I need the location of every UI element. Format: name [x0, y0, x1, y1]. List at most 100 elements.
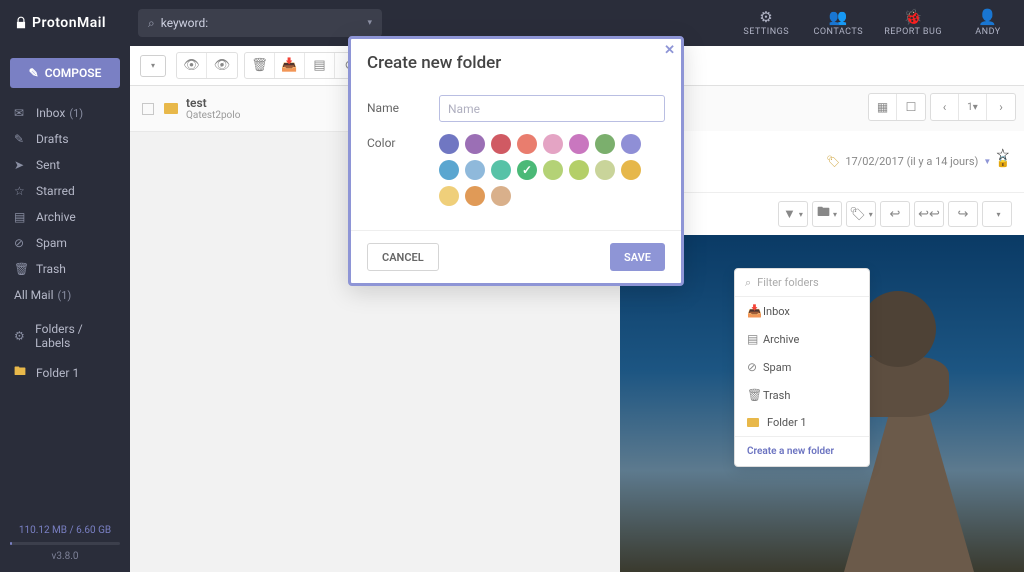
sidebar-item-allmail[interactable]: All Mail(1)	[0, 282, 130, 308]
color-swatch[interactable]	[595, 134, 615, 154]
dropdown-item-inbox[interactable]: 📥Inbox	[735, 297, 869, 325]
reply-all-button[interactable]: ↩↩	[914, 201, 944, 227]
sidebar-folder-item[interactable]: 🖿Folder 1	[0, 356, 130, 389]
user-icon: 👤	[978, 10, 997, 25]
tag-icon: 🏷	[826, 155, 840, 168]
sidebar-nav: ✉Inbox(1) ✎Drafts ➤Sent ☆Starred ▤Archiv…	[0, 100, 130, 282]
forward-button[interactable]: ↪	[948, 201, 978, 227]
sidebar-footer: 110.12 MB / 6.60 GB v3.8.0	[0, 515, 130, 572]
storage-bar	[10, 542, 120, 545]
dropdown-create-link[interactable]: Create a new folder	[735, 436, 869, 466]
spam-icon: ⊘	[747, 360, 763, 374]
toptool-settings[interactable]: ⚙ SETTINGS	[730, 0, 802, 46]
dropdown-item-spam[interactable]: ⊘Spam	[735, 353, 869, 381]
search-input[interactable]	[161, 16, 368, 30]
more-button[interactable]: ▾	[982, 201, 1012, 227]
sidebar: ✎ COMPOSE ✉Inbox(1) ✎Drafts ➤Sent ☆Starr…	[0, 46, 130, 572]
color-swatch[interactable]	[569, 134, 589, 154]
toptool-label: SETTINGS	[743, 27, 789, 37]
sidebar-folders: ⚙Folders / Labels 🖿Folder 1	[0, 316, 130, 389]
next-page-button[interactable]: ›	[987, 94, 1015, 120]
toptool-contacts[interactable]: 👥 CONTACTS	[802, 0, 874, 46]
toptool-reportbug[interactable]: 🐞 REPORT BUG	[874, 0, 952, 46]
cancel-button[interactable]: CANCEL	[367, 243, 439, 271]
color-swatch[interactable]	[543, 134, 563, 154]
label-button[interactable]: 🏷▾	[846, 201, 876, 227]
inbox-icon: 📥	[747, 304, 763, 318]
trash-icon: 🗑	[747, 388, 763, 402]
color-swatch[interactable]	[595, 160, 615, 180]
unread-button[interactable]: 👁⁄	[207, 53, 237, 78]
color-swatch[interactable]	[465, 186, 485, 206]
toptool-label: ANDY	[975, 27, 1000, 37]
folder-icon	[164, 103, 178, 114]
page-number[interactable]: 1▾	[959, 94, 987, 120]
filter-button[interactable]: ▼▾	[778, 201, 808, 227]
color-swatch[interactable]	[439, 134, 459, 154]
color-swatch[interactable]	[439, 160, 459, 180]
search-input-wrap[interactable]: ⌕ ▾	[138, 9, 382, 37]
save-button[interactable]: SAVE	[610, 243, 665, 271]
color-swatch[interactable]	[621, 134, 641, 154]
message-checkbox[interactable]	[142, 103, 154, 115]
sidebar-folders-header[interactable]: ⚙Folders / Labels	[0, 316, 130, 356]
spam-icon: ⊘	[14, 236, 30, 250]
sidebar-item-inbox[interactable]: ✉Inbox(1)	[0, 100, 130, 126]
dropdown-list: 📥Inbox ▤Archive ⊘Spam 🗑Trash Folder 1	[735, 297, 869, 436]
color-swatch[interactable]	[465, 160, 485, 180]
contacts-icon: 👥	[829, 10, 848, 25]
modal-header: Create new folder ✕	[351, 39, 681, 79]
trash-icon: 🗑	[14, 262, 30, 276]
chevron-down-icon[interactable]: ▾	[367, 18, 372, 28]
preview-date: 🏷 17/02/2017 (il y a 14 jours) ▼ 🔒	[826, 155, 1010, 168]
sidebar-item-spam[interactable]: ⊘Spam	[0, 230, 130, 256]
create-folder-modal: Create new folder ✕ Name Color ✓ CANCEL …	[348, 36, 684, 286]
folder-dropdown: ⌕ Filter folders 📥Inbox ▤Archive ⊘Spam 🗑…	[734, 268, 870, 467]
sidebar-nav-sub: All Mail(1)	[0, 282, 130, 308]
brand-text: ProtonMail	[32, 15, 106, 31]
color-swatch[interactable]	[517, 134, 537, 154]
sidebar-item-drafts[interactable]: ✎Drafts	[0, 126, 130, 152]
dropdown-item-trash[interactable]: 🗑Trash	[735, 381, 869, 409]
sidebar-item-sent[interactable]: ➤Sent	[0, 152, 130, 178]
color-label: Color	[367, 130, 439, 150]
sidebar-item-trash[interactable]: 🗑Trash	[0, 256, 130, 282]
color-swatch[interactable]	[569, 160, 589, 180]
archive-button[interactable]: ▤	[305, 53, 335, 78]
modal-title: Create new folder	[367, 53, 501, 73]
layout-button-2[interactable]: ☐	[897, 94, 925, 120]
brand: ProtonMail	[0, 15, 130, 31]
dropdown-filter[interactable]: ⌕ Filter folders	[735, 269, 869, 297]
prev-page-button[interactable]: ‹	[931, 94, 959, 120]
color-swatch[interactable]	[491, 186, 511, 206]
read-button[interactable]: 👁	[177, 53, 207, 78]
inbox-button[interactable]: 📥	[275, 53, 305, 78]
sidebar-item-archive[interactable]: ▤Archive	[0, 204, 130, 230]
reply-button[interactable]: ↩	[880, 201, 910, 227]
compose-button[interactable]: ✎ COMPOSE	[10, 58, 120, 88]
gear-icon: ⚙	[14, 329, 29, 343]
trash-button[interactable]: 🗑	[245, 53, 275, 78]
folder-icon	[747, 418, 759, 427]
dropdown-item-folder1[interactable]: Folder 1	[735, 409, 869, 436]
archive-icon: ▤	[747, 332, 763, 346]
dropdown-item-archive[interactable]: ▤Archive	[735, 325, 869, 353]
check-icon: ✓	[517, 160, 537, 180]
folder-name-input[interactable]	[439, 95, 665, 122]
move-button[interactable]: 🖿▾	[812, 201, 842, 227]
toptool-user[interactable]: 👤 ANDY	[952, 0, 1024, 46]
color-swatch[interactable]	[621, 160, 641, 180]
message-title: test	[186, 96, 240, 110]
color-swatch[interactable]	[491, 134, 511, 154]
star-icon[interactable]: ☆	[996, 145, 1010, 164]
color-swatch[interactable]	[465, 134, 485, 154]
sidebar-item-starred[interactable]: ☆Starred	[0, 178, 130, 204]
color-swatch[interactable]	[439, 186, 459, 206]
color-swatch[interactable]	[491, 160, 511, 180]
toptool-label: REPORT BUG	[884, 27, 942, 37]
color-swatch[interactable]	[543, 160, 563, 180]
close-icon[interactable]: ✕	[664, 43, 675, 58]
layout-button-1[interactable]: ▦	[869, 94, 897, 120]
select-all-checkbox[interactable]: ▾	[140, 55, 166, 77]
color-swatch[interactable]: ✓	[517, 160, 537, 180]
